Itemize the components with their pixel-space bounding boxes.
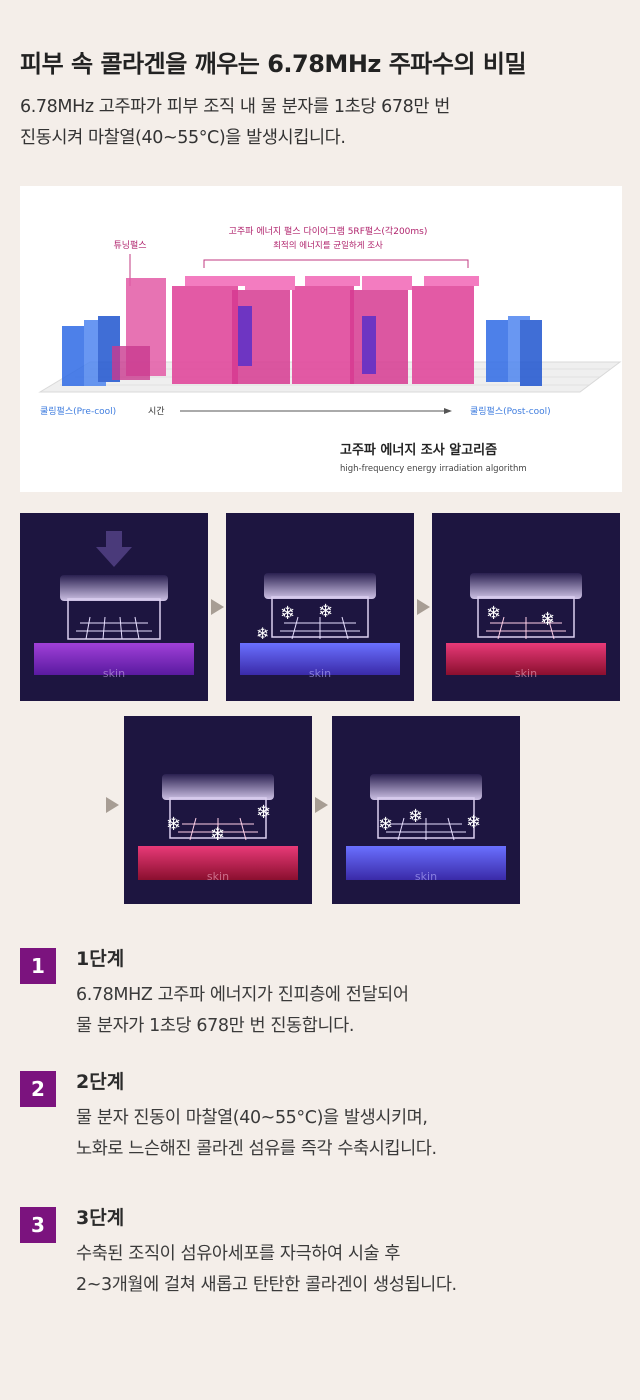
press-arrow-icon xyxy=(96,531,132,567)
next-arrow-icon xyxy=(106,797,119,813)
device-head xyxy=(470,573,582,599)
snowflake-icon: ❄ xyxy=(378,814,393,835)
step-line: 노화로 느슨해진 콜라겐 섬유를 즉각 수축시킵니다. xyxy=(76,1139,437,1159)
process-panel-1: skin xyxy=(20,513,208,701)
snowflake-icon: ❄ xyxy=(256,802,271,823)
page-title: 피부 속 콜라겐을 깨우는 6.78MHz 주파수의 비밀 xyxy=(20,50,527,78)
postcool-blocks xyxy=(486,316,542,386)
skin-label: skin xyxy=(309,667,331,680)
next-arrow-icon xyxy=(315,797,328,813)
snowflake-icon: ❄ xyxy=(256,624,269,643)
intro-text: 6.78MHz 고주파가 피부 조직 내 물 분자를 1초당 678만 번 진동… xyxy=(20,92,450,154)
process-panel-5: ❄ ❄ ❄ skin xyxy=(332,716,520,904)
next-arrow-icon xyxy=(417,599,430,615)
step-title: 2단계 xyxy=(76,1071,125,1093)
process-panel-4: ❄ ❄ ❄ skin xyxy=(124,716,312,904)
snowflake-icon: ❄ xyxy=(318,601,333,622)
algorithm-caption-en: high-frequency energy irradiation algori… xyxy=(340,464,527,474)
device-head xyxy=(370,774,482,800)
device-head xyxy=(264,573,376,599)
skin-label: skin xyxy=(415,870,437,883)
step-line: 수축된 조직이 섬유아세포를 자극하여 시술 후 xyxy=(76,1244,401,1264)
step-number-badge: 1 xyxy=(20,948,56,984)
step-number-badge: 2 xyxy=(20,1071,56,1107)
snowflake-icon: ❄ xyxy=(166,814,181,835)
step-line: 6.78MHZ 고주파 에너지가 진피층에 전달되어 xyxy=(76,985,409,1005)
step-description: 물 분자 진동이 마찰열(40~55°C)을 발생시키며, 노화로 느슨해진 콜… xyxy=(76,1103,437,1165)
pulse-header-line1: 고주파 에너지 펄스 다이어그램 5RF펄스(각200ms) xyxy=(229,225,428,237)
postcool-label: 쿨링펄스(Post-cool) xyxy=(470,405,551,417)
step-line: 2~3개월에 걸쳐 새롭고 탄탄한 콜라겐이 생성됩니다. xyxy=(76,1275,457,1295)
snowflake-icon: ❄ xyxy=(466,812,481,833)
time-label: 시간 xyxy=(148,406,165,417)
precool-blocks xyxy=(62,316,120,386)
next-arrow-icon xyxy=(211,599,224,615)
step-title: 3단계 xyxy=(76,1207,125,1229)
process-panel-2: ❄ ❄ ❄ skin xyxy=(226,513,414,701)
step-line: 물 분자가 1초당 678만 번 진동합니다. xyxy=(76,1016,355,1036)
rf-algorithm-diagram: 고주파 에너지 펄스 다이어그램 5RF펄스(각200ms) 최적의 에너지를 … xyxy=(20,186,622,492)
rf-pulse-blocks xyxy=(172,276,479,384)
precool-label: 쿨링펄스(Pre-cool) xyxy=(40,405,116,417)
tuning-pulse-label: 튜닝펄스 xyxy=(113,239,146,251)
pulse-header-line2: 최적의 에너지를 균일하게 조사 xyxy=(273,240,383,251)
step-description: 6.78MHZ 고주파 에너지가 진피층에 전달되어 물 분자가 1초당 678… xyxy=(76,980,409,1042)
skin-label: skin xyxy=(515,667,537,680)
algorithm-caption-ko: 고주파 에너지 조사 알고리즘 xyxy=(340,442,497,458)
process-panel-3: ❄ ❄ skin xyxy=(432,513,620,701)
step-description: 수축된 조직이 섬유아세포를 자극하여 시술 후 2~3개월에 걸쳐 새롭고 탄… xyxy=(76,1239,457,1301)
step-title: 1단계 xyxy=(76,948,125,970)
snowflake-icon: ❄ xyxy=(540,609,555,630)
snowflake-icon: ❄ xyxy=(210,824,225,845)
device-head xyxy=(60,575,168,601)
intro-line: 진동시켜 마찰열(40~55°C)을 발생시킵니다. xyxy=(20,128,346,148)
step-line: 물 분자 진동이 마찰열(40~55°C)을 발생시키며, xyxy=(76,1108,428,1128)
snowflake-icon: ❄ xyxy=(280,603,295,624)
pulse-bracket xyxy=(203,259,469,268)
device-head xyxy=(162,774,274,800)
step-number-badge: 3 xyxy=(20,1207,56,1243)
snowflake-icon: ❄ xyxy=(408,806,423,827)
skin-label: skin xyxy=(103,667,125,680)
skin-label: skin xyxy=(207,870,229,883)
snowflake-icon: ❄ xyxy=(486,603,501,624)
intro-line: 6.78MHz 고주파가 피부 조직 내 물 분자를 1초당 678만 번 xyxy=(20,97,450,117)
